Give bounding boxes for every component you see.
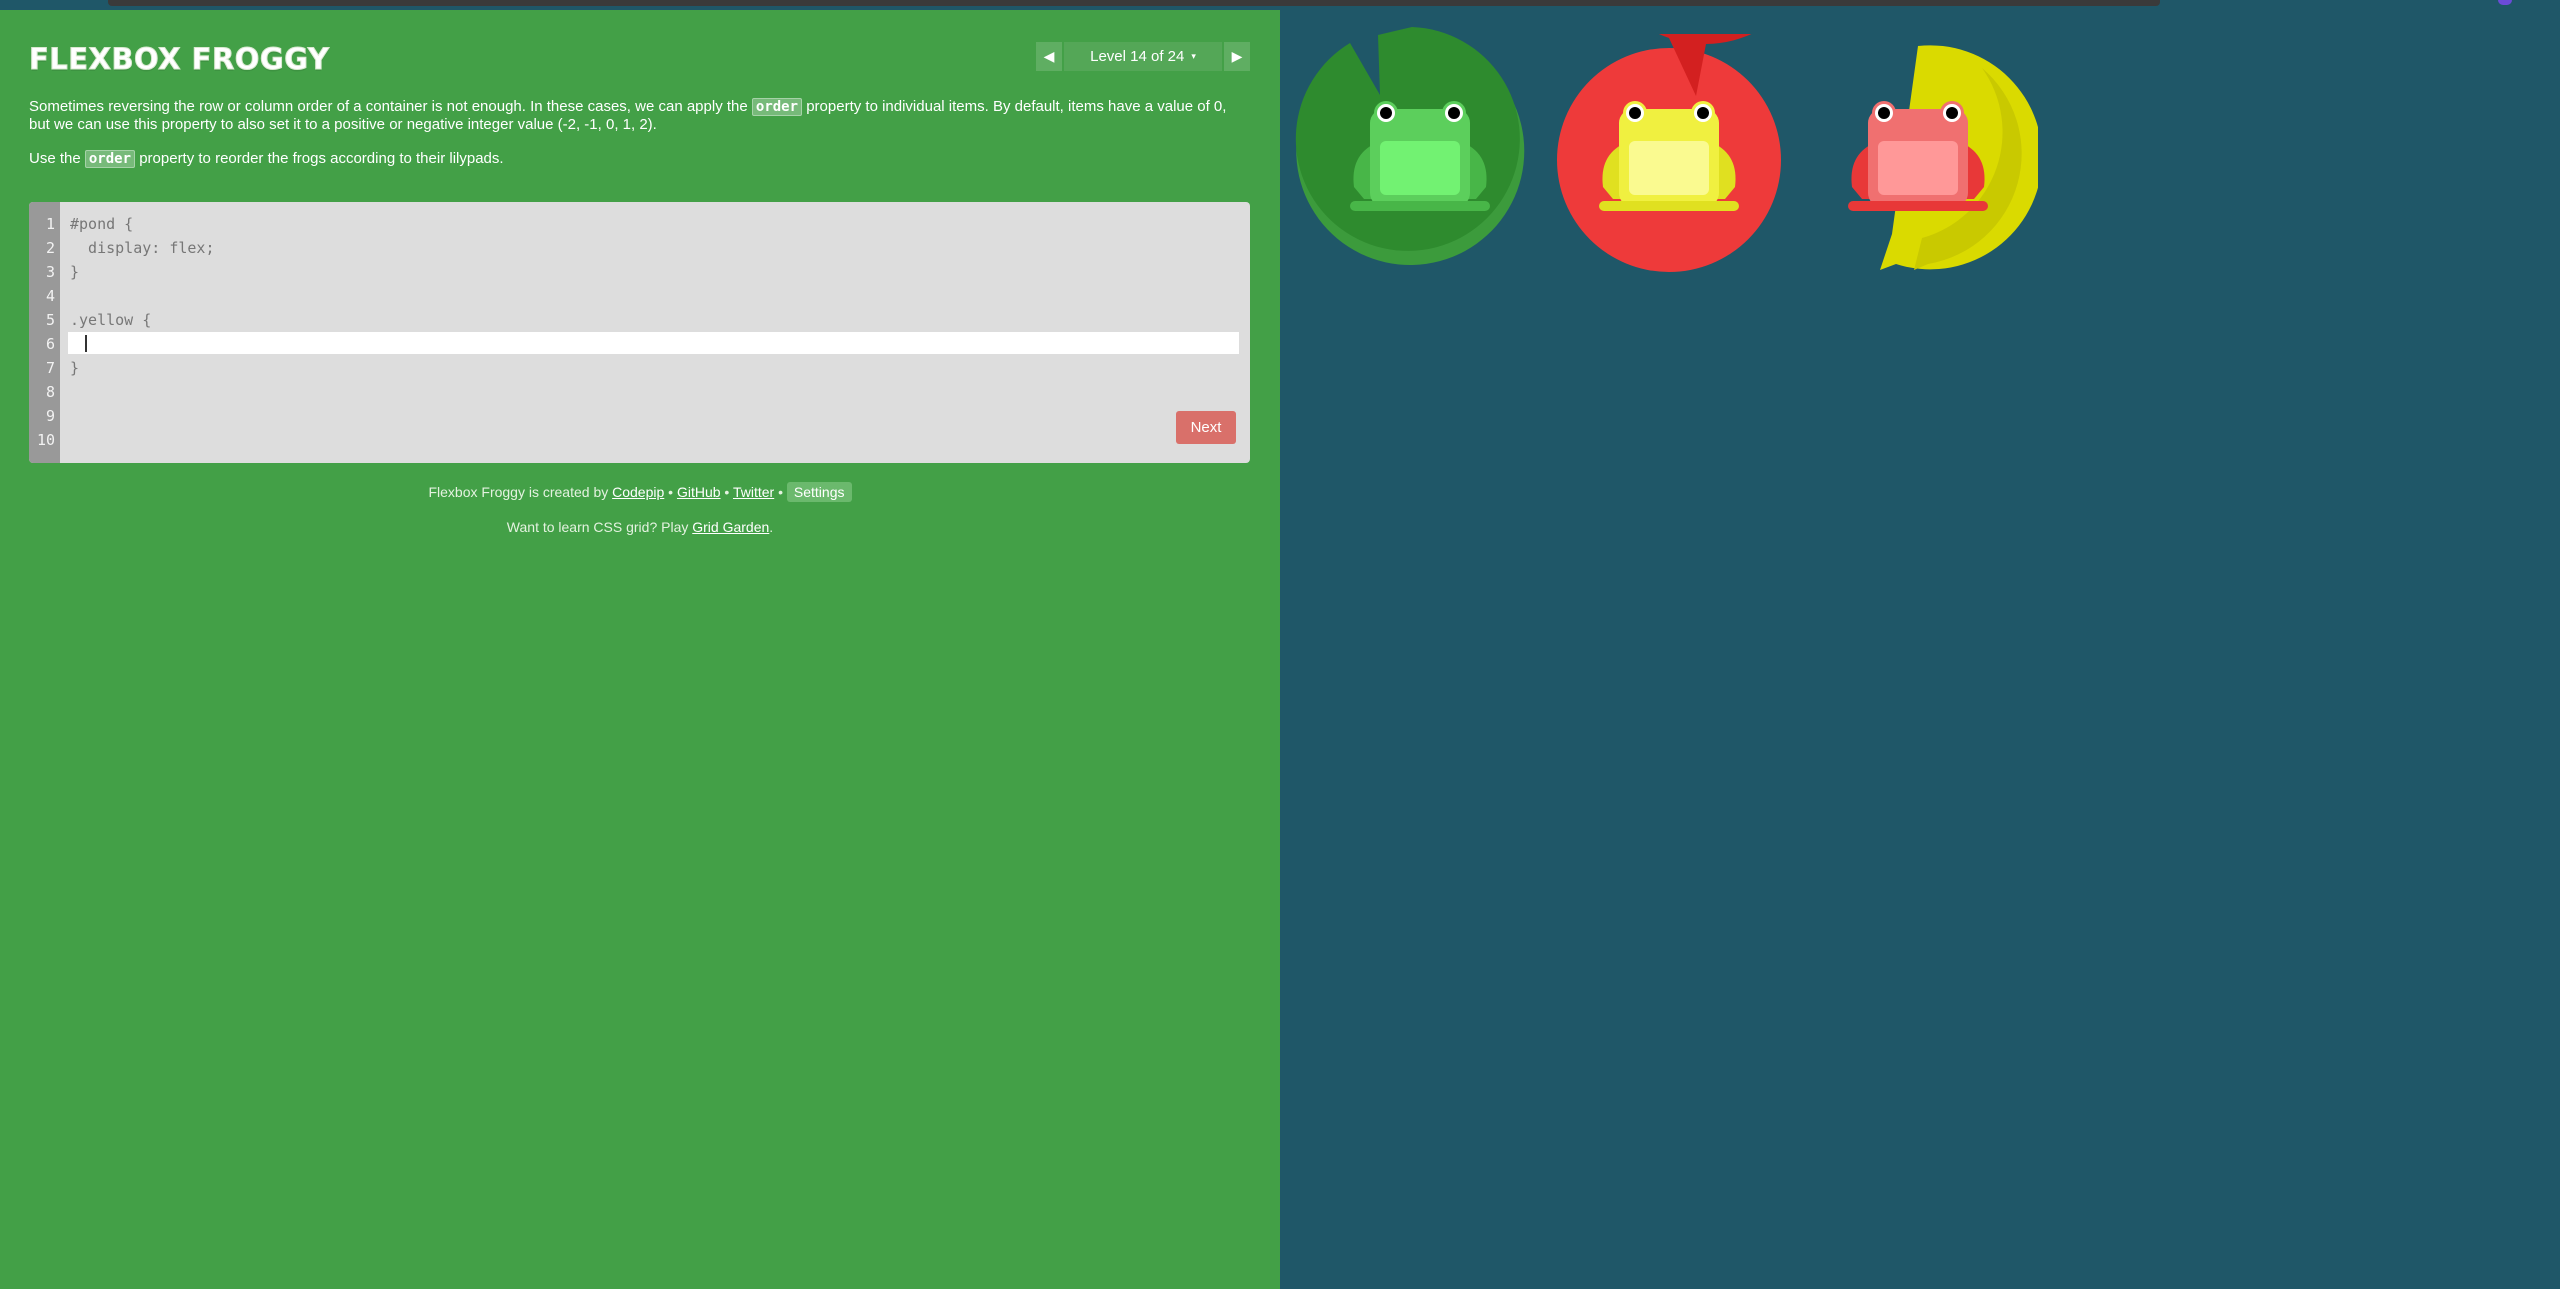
css-input[interactable] [68,332,1239,354]
frog-yellow-pupil-left [1629,107,1641,119]
frog-yellow-feet [1599,201,1739,211]
order-code-tag: order [751,98,803,116]
order-code-tag: order [84,150,136,168]
instructions: Sometimes reversing the row or column or… [29,98,1239,184]
settings-button[interactable]: Settings [786,482,852,502]
line-number: 8 [45,383,55,401]
line-number: 5 [45,311,55,329]
grid-garden-link[interactable]: Grid Garden [692,519,769,535]
triangle-left-icon: ◀ [1043,48,1055,64]
pond [1280,10,2560,1289]
credits: Flexbox Froggy is created by Codepip • G… [0,482,1280,502]
instruction-text: property to reorder the frogs according … [135,150,504,167]
promo-text: Want to learn CSS grid? Play [506,519,693,535]
line-number: 3 [45,263,55,281]
frog-green-pupil-right [1448,107,1460,119]
next-level-button[interactable]: ▶ [1224,42,1250,71]
sidebar: FLEXBOX FROGGY ◀ Level 14 of 24 ▾ ▶ Some… [0,10,1280,1289]
caret-down-icon: ▾ [1191,51,1196,61]
code-line: #pond { [70,215,134,233]
line-number: 7 [45,359,55,377]
next-button[interactable]: Next [1176,411,1236,444]
frog-red [1848,101,1988,211]
frog-red-pupil-right [1946,107,1958,119]
code-line: display: flex; [70,239,215,257]
prev-level-button[interactable]: ◀ [1036,42,1062,71]
promo-suffix: . [769,519,774,535]
css-editor: 1 2 3 4 5 6 7 8 9 10 #pond { display: fl… [29,202,1250,463]
line-number: 4 [45,287,55,305]
instruction-paragraph-1: Sometimes reversing the row or column or… [29,98,1239,134]
code-line: .yellow { [70,311,152,329]
app-title: FLEXBOX FROGGY [28,42,330,77]
frog-red-feet [1848,201,1988,211]
line-number: 1 [45,215,55,233]
line-number: 2 [45,239,55,257]
frog-green-belly [1380,141,1460,195]
line-number: 6 [45,335,55,353]
level-indicator[interactable]: Level 14 of 24 ▾ [1064,42,1222,71]
separator: • [664,484,677,500]
browser-top-strip [0,0,2560,10]
line-number: 9 [45,407,55,425]
browser-tab-strip [108,0,2160,6]
instruction-text: Use the [29,150,85,167]
credits-text: Flexbox Froggy is created by [428,484,613,500]
frog-green-feet [1350,201,1490,211]
frog-yellow-pupil-right [1697,107,1709,119]
line-number: 10 [36,431,55,449]
frog-green [1350,101,1490,211]
twitter-link[interactable]: Twitter [733,484,774,500]
triangle-right-icon: ▶ [1231,48,1243,64]
level-label: Level 14 of 24 [1090,48,1185,65]
instruction-paragraph-2: Use the order property to reorder the fr… [29,150,1239,168]
separator: • [720,484,733,500]
grid-garden-promo: Want to learn CSS grid? Play Grid Garden… [0,519,1280,535]
frog-yellow-belly [1629,141,1709,195]
separator: • [774,484,787,500]
line-number-gutter: 1 2 3 4 5 6 7 8 9 10 [29,202,60,463]
frog-red-belly [1878,141,1958,195]
frog-red-pupil-left [1878,107,1890,119]
codepip-link[interactable]: Codepip [612,484,664,500]
text-cursor [85,335,87,352]
code-line: } [70,359,80,377]
instruction-text: Sometimes reversing the row or column or… [29,98,752,115]
frog-green-pupil-left [1380,107,1392,119]
frog-yellow [1599,101,1739,211]
github-link[interactable]: GitHub [677,484,721,500]
code-line: } [70,263,80,281]
browser-indicator [2498,0,2512,5]
level-navigation: ◀ Level 14 of 24 ▾ ▶ [1036,42,1250,71]
